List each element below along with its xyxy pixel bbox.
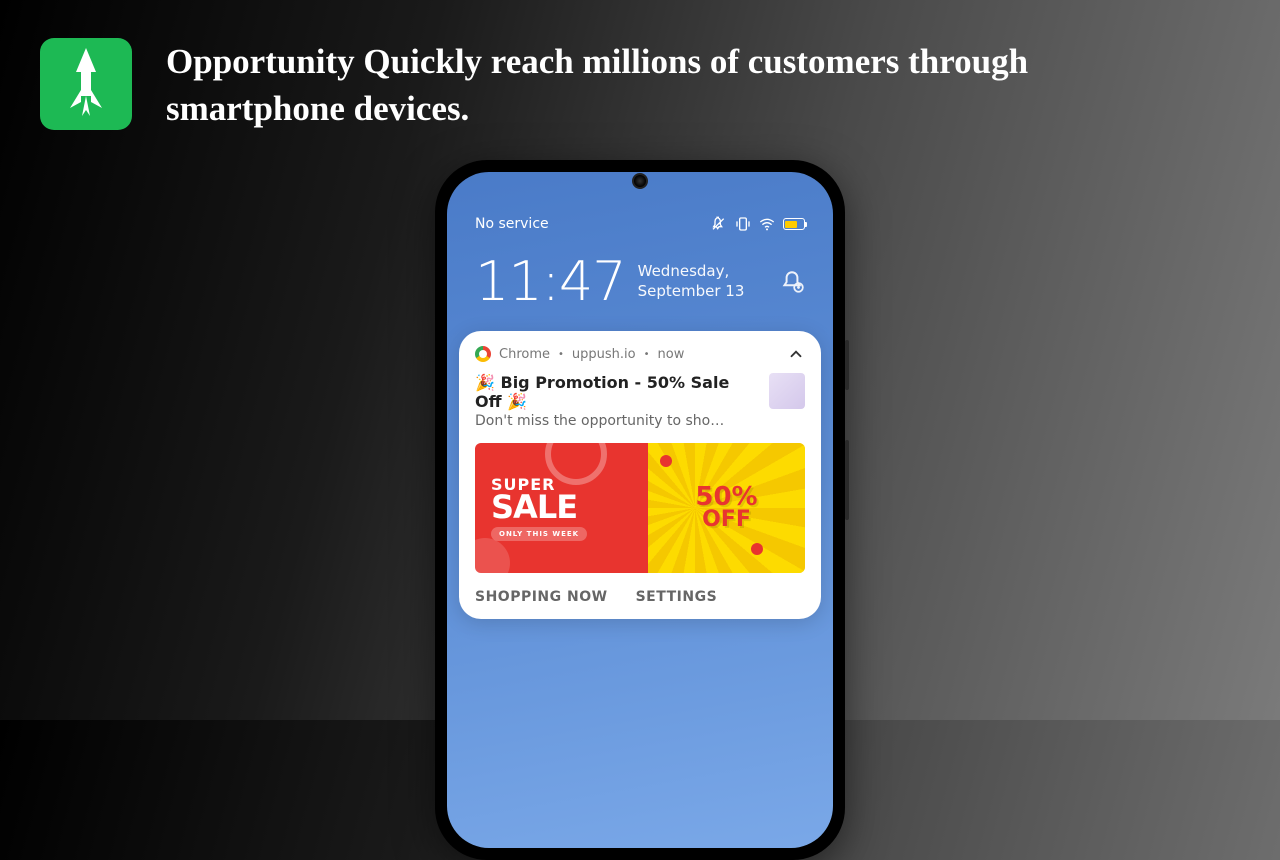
banner-sale-text: SALE bbox=[491, 494, 648, 521]
mute-icon bbox=[711, 216, 727, 232]
notification-thumbnail bbox=[769, 373, 805, 409]
app-logo bbox=[40, 38, 132, 130]
promo-banner: SUPER SALE ONLY THIS WEEK 50% OFF bbox=[475, 443, 805, 573]
promo-right-panel: 50% OFF bbox=[648, 443, 805, 573]
wifi-icon bbox=[759, 216, 775, 232]
notification-title: 🎉 Big Promotion - 50% Sale Off 🎉 bbox=[475, 373, 759, 411]
separator-dot: • bbox=[558, 349, 564, 360]
status-icons bbox=[711, 216, 805, 232]
chrome-icon bbox=[475, 346, 491, 362]
lockscreen-date: Wednesday, September 13 bbox=[638, 262, 767, 301]
promo-left-panel: SUPER SALE ONLY THIS WEEK bbox=[475, 443, 648, 573]
phone-screen: No service 11:47 Wednesday, September 13 bbox=[447, 172, 833, 848]
banner-off: OFF bbox=[702, 510, 751, 530]
lockscreen-clock-row: 11:47 Wednesday, September 13 bbox=[447, 240, 833, 331]
phone-mockup: No service 11:47 Wednesday, September 13 bbox=[435, 160, 845, 860]
carrier-label: No service bbox=[475, 216, 549, 232]
push-notification-card[interactable]: Chrome • uppush.io • now 🎉 Big Promotion… bbox=[459, 331, 821, 619]
front-camera bbox=[632, 173, 648, 189]
notification-source: uppush.io bbox=[572, 347, 636, 362]
lockscreen-time: 11:47 bbox=[475, 250, 626, 313]
separator-dot: • bbox=[644, 349, 650, 360]
battery-icon bbox=[783, 218, 805, 230]
notification-body: Don't miss the opportunity to shop with … bbox=[475, 413, 725, 429]
decor-dot bbox=[751, 543, 763, 555]
notification-app-name: Chrome bbox=[499, 347, 550, 362]
decor-dot bbox=[660, 455, 672, 467]
notification-timestamp: now bbox=[658, 347, 685, 362]
notification-settings-icon[interactable] bbox=[779, 269, 805, 295]
vibrate-icon bbox=[735, 216, 751, 232]
marketing-header: Opportunity Quickly reach millions of cu… bbox=[0, 0, 1280, 171]
chevron-up-icon[interactable] bbox=[787, 345, 805, 363]
notification-content-row: 🎉 Big Promotion - 50% Sale Off 🎉 Don't m… bbox=[475, 373, 805, 429]
notification-header: Chrome • uppush.io • now bbox=[475, 345, 805, 363]
phone-frame: No service 11:47 Wednesday, September 13 bbox=[435, 160, 845, 860]
settings-button[interactable]: SETTINGS bbox=[636, 589, 718, 605]
shopping-now-button[interactable]: SHOPPING NOW bbox=[475, 589, 608, 605]
rocket-icon bbox=[58, 46, 114, 122]
banner-badge: ONLY THIS WEEK bbox=[491, 527, 587, 541]
page-title: Opportunity Quickly reach millions of cu… bbox=[166, 38, 1126, 133]
notification-actions: SHOPPING NOW SETTINGS bbox=[475, 589, 805, 605]
